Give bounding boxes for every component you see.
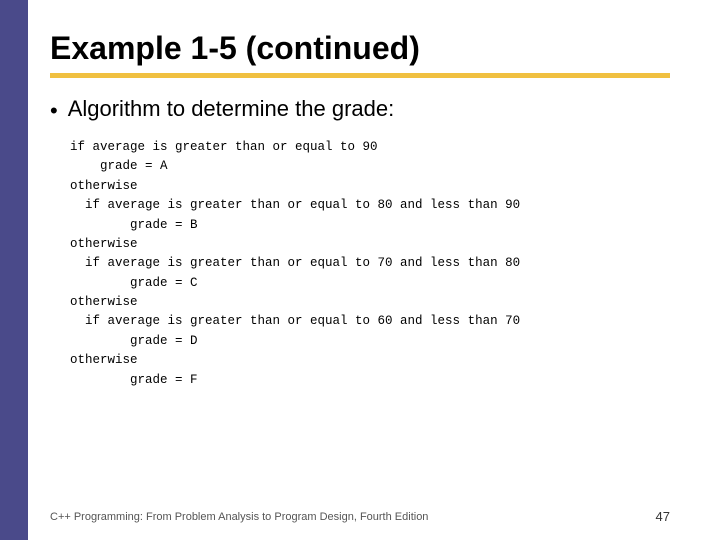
slide-title: Example 1-5 (continued) [50,30,670,67]
footer-page-number: 47 [656,509,670,524]
footer-citation: C++ Programming: From Problem Analysis t… [50,511,428,523]
bullet-item: • Algorithm to determine the grade: [50,96,670,124]
slide: Example 1-5 (continued) • Algorithm to d… [0,0,720,540]
footer: C++ Programming: From Problem Analysis t… [50,509,670,524]
accent-divider [50,73,670,78]
left-accent-bar [0,0,28,540]
title-area: Example 1-5 (continued) [50,30,670,78]
code-block: if average is greater than or equal to 9… [70,138,670,390]
bullet-text: Algorithm to determine the grade: [68,96,395,122]
bullet-symbol: • [50,98,58,124]
